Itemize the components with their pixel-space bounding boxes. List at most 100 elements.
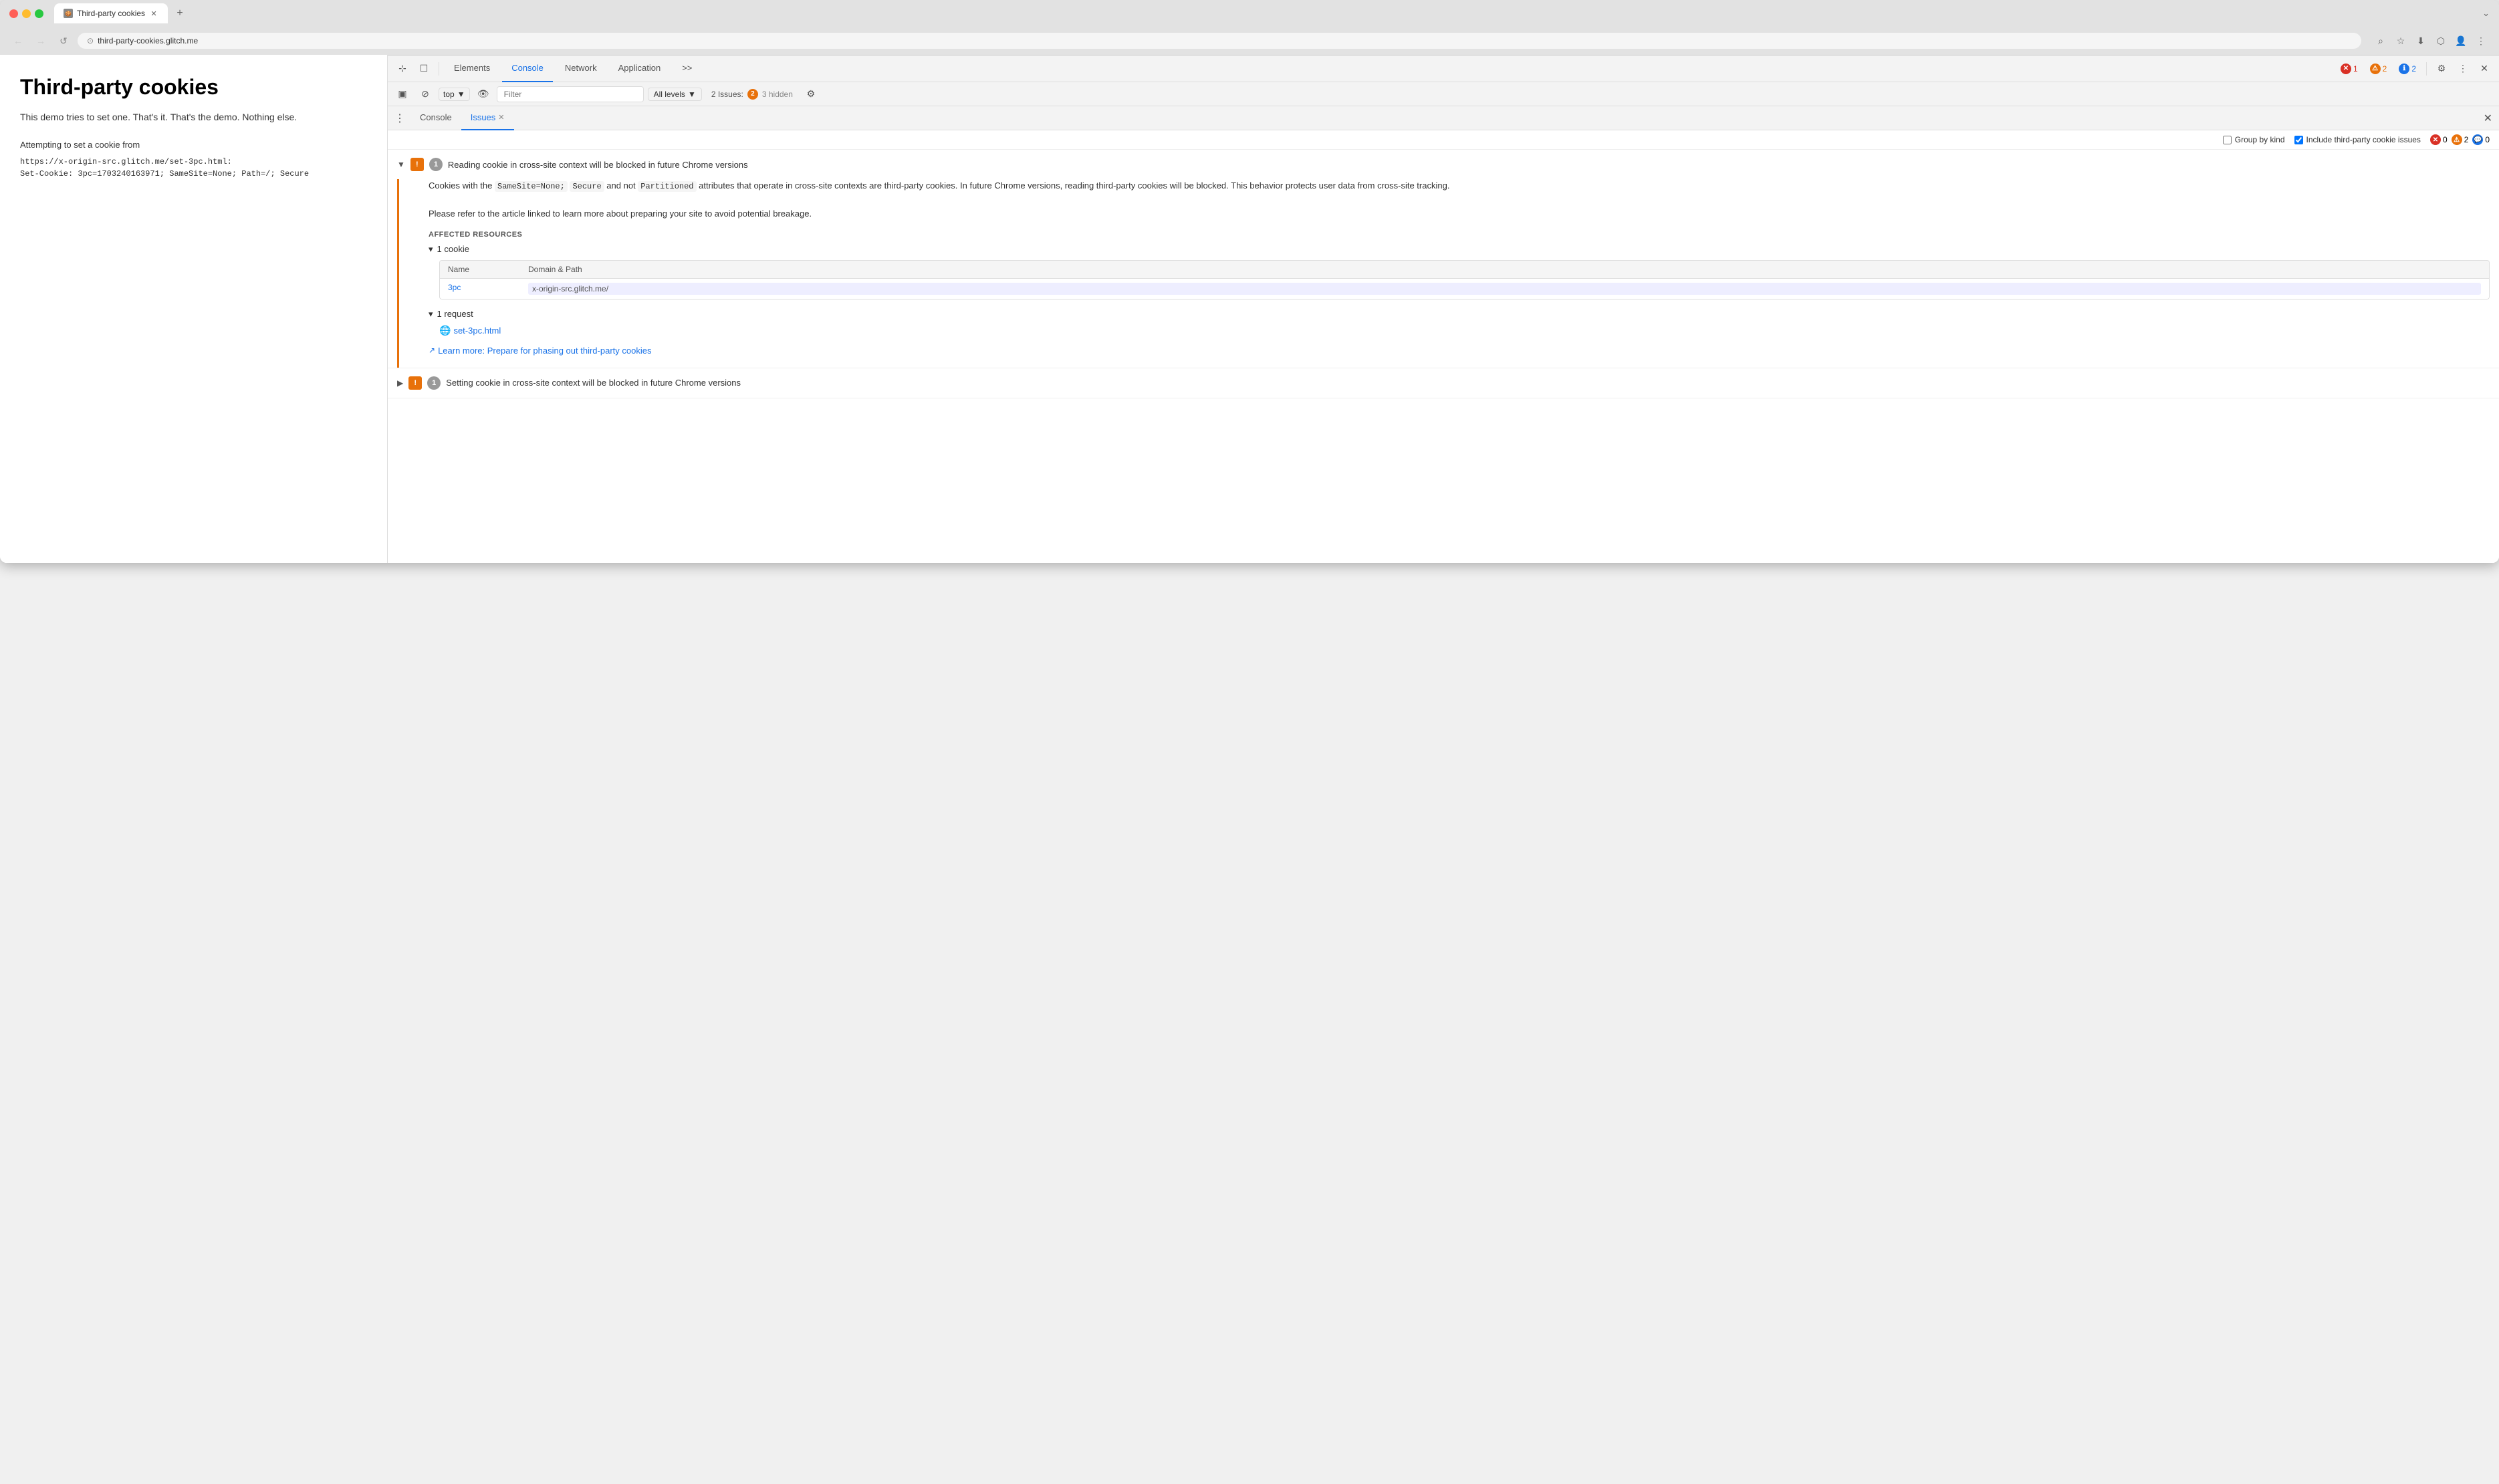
learn-more-link[interactable]: ↗ Learn more: Prepare for phasing out th… bbox=[429, 346, 2490, 356]
panel-tabs: Console Issues ✕ bbox=[410, 106, 2484, 130]
tab-console[interactable]: Console bbox=[502, 55, 553, 82]
request-section: ▾ 1 request 🌐 set-3pc.html bbox=[429, 309, 2490, 336]
console-gear-icon[interactable]: ⚙ bbox=[802, 86, 820, 103]
filter-input[interactable] bbox=[497, 86, 644, 102]
issue-item-1: ▼ ! 1 Reading cookie in cross-site conte… bbox=[388, 150, 2499, 368]
zoom-icon[interactable]: ⌕ bbox=[2372, 32, 2389, 49]
request-link-container: 🌐 set-3pc.html bbox=[439, 325, 2490, 336]
request-link[interactable]: 🌐 set-3pc.html bbox=[439, 325, 2490, 336]
address-bar: ← → ↺ ⊙ third-party-cookies.glitch.me ⌕ … bbox=[0, 27, 2499, 55]
devtools-device-icon[interactable]: ☐ bbox=[414, 59, 433, 78]
new-tab-button[interactable]: + bbox=[172, 5, 188, 21]
page-subtitle: This demo tries to set one. That's it. T… bbox=[20, 112, 367, 122]
traffic-lights bbox=[9, 9, 43, 18]
tab-elements[interactable]: Elements bbox=[445, 55, 499, 82]
include-third-party-checkbox[interactable]: Include third-party cookie issues bbox=[2294, 135, 2421, 144]
panel-close-button[interactable]: ✕ bbox=[2484, 112, 2492, 125]
cookie-section: ▾ 1 cookie Name Domain & Path bbox=[429, 244, 2490, 299]
devtools-cursor-icon[interactable]: ⊹ bbox=[393, 59, 412, 78]
devtools-more-icon[interactable]: ⋮ bbox=[2454, 59, 2472, 78]
url-bar[interactable]: ⊙ third-party-cookies.glitch.me bbox=[78, 33, 2361, 49]
maximize-button[interactable] bbox=[35, 9, 43, 18]
error-badge[interactable]: ✕ 1 bbox=[2336, 61, 2363, 76]
tab-more[interactable]: >> bbox=[673, 55, 701, 82]
browser-window: 🍪 Third-party cookies ✕ + ⌄ ← → ↺ ⊙ thir… bbox=[0, 0, 2499, 563]
console-eye-icon[interactable]: 👁 bbox=[474, 85, 493, 104]
more-icon[interactable]: ⋮ bbox=[2472, 32, 2490, 49]
toolbar-separator-2 bbox=[2426, 62, 2427, 76]
issue-count-badges: ✕ 0 ⚠ 2 💬 0 bbox=[2430, 134, 2490, 145]
cookie-toggle[interactable]: ▾ 1 cookie bbox=[429, 244, 2490, 255]
error-icon: ✕ bbox=[2341, 64, 2351, 74]
code-line-2: Set-Cookie: 3pc=1703240163971; SameSite=… bbox=[20, 168, 367, 180]
extension-icon[interactable]: ⬡ bbox=[2432, 32, 2450, 49]
tab-console-panel[interactable]: Console bbox=[410, 106, 461, 130]
levels-arrow: ▼ bbox=[688, 90, 696, 99]
issue-1-description: Cookies with the SameSite=None; Secure a… bbox=[429, 179, 2490, 221]
back-button[interactable]: ← bbox=[9, 32, 27, 49]
issue-1-expand-icon[interactable]: ▼ bbox=[397, 160, 405, 169]
info-badge[interactable]: ℹ 2 bbox=[2394, 61, 2421, 76]
warn-badge[interactable]: ⚠ 2 bbox=[2365, 61, 2392, 76]
minimize-button[interactable] bbox=[22, 9, 31, 18]
download-icon[interactable]: ⬇ bbox=[2412, 32, 2429, 49]
star-icon[interactable]: ☆ bbox=[2392, 32, 2409, 49]
secure-icon: ⊙ bbox=[87, 36, 94, 45]
tab-favicon: 🍪 bbox=[64, 9, 73, 18]
code-line-1: https://x-origin-src.glitch.me/set-3pc.h… bbox=[20, 156, 367, 168]
group-by-kind-checkbox[interactable]: Group by kind bbox=[2223, 135, 2285, 144]
issues-content: ▼ ! 1 Reading cookie in cross-site conte… bbox=[388, 150, 2499, 563]
levels-selector[interactable]: All levels ▼ bbox=[648, 88, 702, 101]
context-label: top bbox=[443, 90, 455, 99]
cookie-toggle-arrow: ▾ bbox=[429, 244, 433, 255]
error-count-icon: ✕ bbox=[2430, 134, 2441, 145]
context-arrow: ▼ bbox=[457, 90, 465, 99]
tab-application[interactable]: Application bbox=[609, 55, 671, 82]
info-count-num: 0 bbox=[2485, 135, 2490, 144]
affected-resources: AFFECTED RESOURCES ▾ 1 cookie Name bbox=[429, 231, 2490, 336]
cookie-name-link[interactable]: 3pc bbox=[448, 283, 461, 292]
context-selector[interactable]: top ▼ bbox=[439, 88, 470, 101]
code-secure: Secure bbox=[570, 181, 604, 192]
issue-1-count: 1 bbox=[429, 158, 443, 171]
profile-icon[interactable]: 👤 bbox=[2452, 32, 2470, 49]
include-third-party-input[interactable] bbox=[2294, 136, 2303, 144]
learn-more: ↗ Learn more: Prepare for phasing out th… bbox=[429, 346, 2490, 356]
tab-close-button[interactable]: ✕ bbox=[149, 9, 158, 18]
main-area: Third-party cookies This demo tries to s… bbox=[0, 55, 2499, 563]
issue-2-expand-icon[interactable]: ▶ bbox=[397, 378, 403, 388]
issues-tab-close[interactable]: ✕ bbox=[498, 113, 504, 122]
header-name: Name bbox=[448, 265, 528, 274]
affected-title: AFFECTED RESOURCES bbox=[429, 231, 2490, 239]
info-count: 2 bbox=[2411, 64, 2416, 74]
issues-label: 2 Issues: bbox=[711, 90, 743, 99]
attempting-text: Attempting to set a cookie from bbox=[20, 138, 367, 152]
close-button[interactable] bbox=[9, 9, 18, 18]
refresh-button[interactable]: ↺ bbox=[55, 32, 72, 49]
url-text: third-party-cookies.glitch.me bbox=[98, 36, 198, 45]
request-toggle[interactable]: ▾ 1 request bbox=[429, 309, 2490, 320]
request-toggle-arrow: ▾ bbox=[429, 309, 433, 320]
forward-button[interactable]: → bbox=[32, 32, 49, 49]
issue-item-2[interactable]: ▶ ! 1 Setting cookie in cross-site conte… bbox=[388, 368, 2499, 398]
cookie-table: Name Domain & Path 3pc x-origin-src.glit… bbox=[439, 260, 2490, 299]
page-title: Third-party cookies bbox=[20, 75, 367, 100]
tab-network[interactable]: Network bbox=[556, 55, 606, 82]
console-panel-icon[interactable]: ▣ bbox=[393, 85, 412, 104]
devtools-toolbar: ⊹ ☐ Elements Console Network Application… bbox=[388, 55, 2499, 82]
toolbar-icons: ⌕ ☆ ⬇ ⬡ 👤 ⋮ bbox=[2372, 32, 2490, 49]
collapse-button[interactable]: ⌄ bbox=[2482, 8, 2490, 19]
console-ban-icon[interactable]: ⊘ bbox=[416, 85, 435, 104]
tab-issues-panel[interactable]: Issues ✕ bbox=[461, 106, 514, 130]
cookie-name-cell: 3pc bbox=[448, 283, 528, 295]
panel-menu-button[interactable]: ⋮ bbox=[394, 112, 405, 125]
group-by-kind-input[interactable] bbox=[2223, 136, 2232, 144]
code-block: https://x-origin-src.glitch.me/set-3pc.h… bbox=[20, 156, 367, 180]
issue-1-header[interactable]: ▼ ! 1 Reading cookie in cross-site conte… bbox=[388, 150, 2499, 179]
issue-1-warning-icon: ! bbox=[410, 158, 424, 171]
active-tab[interactable]: 🍪 Third-party cookies ✕ bbox=[54, 3, 168, 23]
levels-label: All levels bbox=[654, 90, 685, 99]
devtools-close-button[interactable]: ✕ bbox=[2475, 59, 2494, 78]
devtools-settings-icon[interactable]: ⚙ bbox=[2432, 59, 2451, 78]
warn-icon: ⚠ bbox=[2370, 64, 2381, 74]
